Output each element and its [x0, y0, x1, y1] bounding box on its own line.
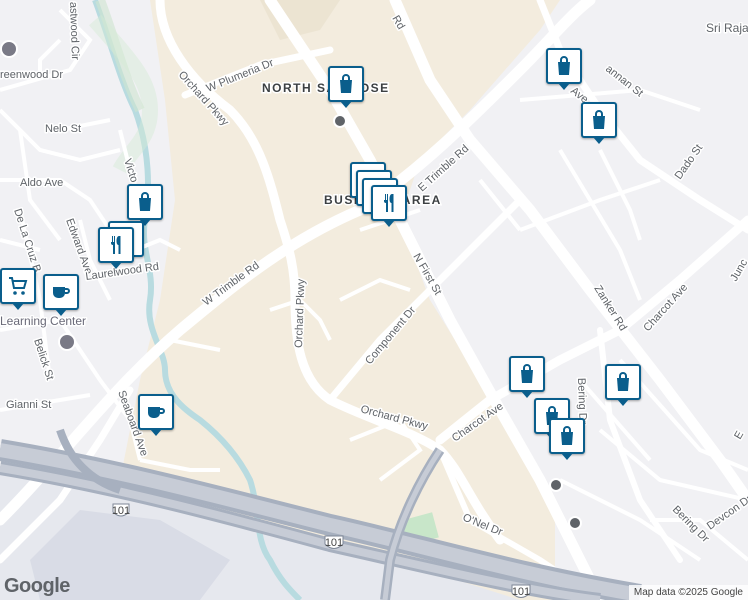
shopping-cart-icon: [9, 277, 28, 295]
label-nelo: Nelo St: [45, 123, 81, 135]
svg-text:101: 101: [112, 505, 130, 517]
marker-shopping-bag[interactable]: [127, 184, 163, 226]
label-sri-raja: Sri Raja: [706, 21, 748, 35]
coffee-cup-icon: [53, 287, 70, 298]
shopping-bag-icon: [340, 74, 352, 93]
marker-coffee[interactable]: [138, 394, 174, 436]
label-orchard-vertical: Orchard Pkwy: [293, 278, 307, 348]
marker-restaurant[interactable]: [371, 185, 407, 227]
school-icon[interactable]: [0, 40, 18, 58]
svg-text:101: 101: [512, 586, 530, 598]
marker-shopping-bag[interactable]: [328, 66, 364, 108]
marker-shopping-bag[interactable]: [605, 364, 641, 406]
label-aldo: Aldo Ave: [20, 177, 63, 189]
shopping-bag-icon: [558, 56, 570, 75]
transit-stop-icon[interactable]: [549, 478, 563, 492]
map-attribution[interactable]: Map data ©2025 Google: [628, 585, 748, 600]
marker-coffee[interactable]: [43, 274, 79, 316]
marker-shopping-bag[interactable]: [549, 418, 585, 460]
label-eastwood: astwood Cir: [67, 2, 81, 61]
transit-stop-icon[interactable]: [568, 516, 582, 530]
shopping-bag-icon: [521, 364, 533, 383]
label-gianni: Gianni St: [6, 399, 51, 411]
school-icon[interactable]: [58, 333, 76, 351]
marker-shopping-bag[interactable]: [581, 102, 617, 144]
label-north-san-jose: NORTH SAN JOSE: [262, 81, 390, 95]
label-greenwood: reenwood Dr: [0, 69, 63, 81]
shopping-bag-icon: [593, 110, 605, 129]
restaurant-icon: [111, 236, 121, 254]
shopping-bag-icon: [561, 426, 573, 445]
map-canvas[interactable]: 101 101 101 W Plumeria Dr Orchard Pkwy O…: [0, 0, 748, 600]
shopping-bag-icon: [139, 192, 151, 211]
coffee-cup-icon: [148, 407, 165, 418]
marker-shopping-cart[interactable]: [0, 268, 36, 310]
marker-restaurant[interactable]: [98, 227, 134, 269]
label-learning-center: Learning Center: [0, 314, 86, 328]
google-logo: Google: [4, 575, 70, 597]
shopping-bag-icon: [617, 372, 629, 391]
restaurant-icon: [384, 194, 394, 212]
svg-text:101: 101: [325, 537, 343, 549]
marker-shopping-bag[interactable]: [509, 356, 545, 398]
transit-stop-icon[interactable]: [333, 114, 347, 128]
marker-shopping-bag[interactable]: [546, 48, 582, 90]
